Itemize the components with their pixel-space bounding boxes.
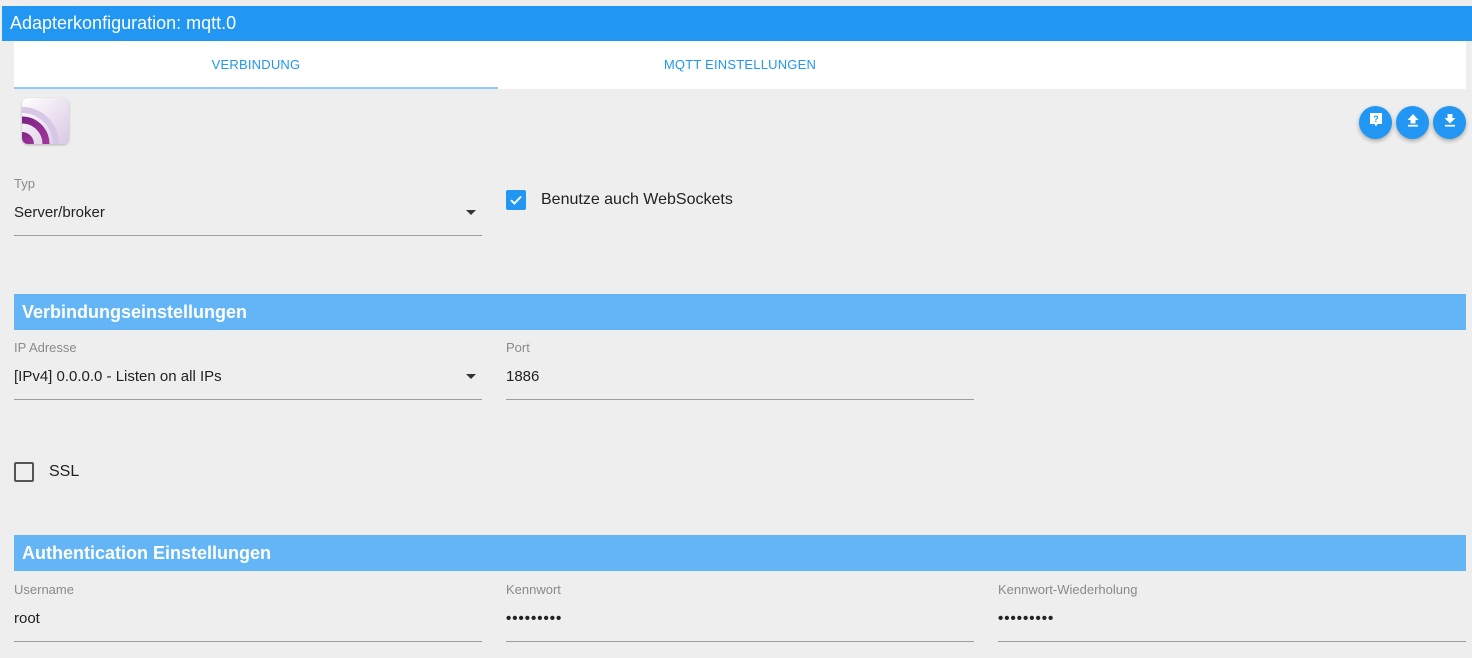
caret-down-icon xyxy=(466,210,476,215)
help-icon: ? xyxy=(1368,112,1384,133)
password-repeat-value: ••••••••• xyxy=(998,610,1055,627)
username-label: Username xyxy=(14,582,74,597)
username-value: root xyxy=(14,610,40,627)
download-button[interactable] xyxy=(1433,106,1466,139)
ip-address-label: IP Adresse xyxy=(14,340,77,355)
ip-address-select[interactable]: IP Adresse [IPv4] 0.0.0.0 - Listen on al… xyxy=(14,340,482,400)
username-input[interactable]: Username root xyxy=(14,582,482,642)
ssl-checkbox-row[interactable]: SSL xyxy=(14,462,79,482)
tab-mqtt-einstellungen[interactable]: MQTT EINSTELLUNGEN xyxy=(498,41,982,89)
password-input[interactable]: Kennwort ••••••••• xyxy=(506,582,974,642)
websockets-label: Benutze auch WebSockets xyxy=(541,191,733,208)
password-repeat-label: Kennwort-Wiederholung xyxy=(998,582,1138,597)
type-value: Server/broker xyxy=(14,204,105,221)
upload-button[interactable] xyxy=(1396,106,1429,139)
ssl-label: SSL xyxy=(49,463,80,480)
websockets-checkbox[interactable] xyxy=(506,190,526,210)
websockets-checkbox-row[interactable]: Benutze auch WebSockets xyxy=(506,190,733,210)
port-label: Port xyxy=(506,340,530,355)
port-value: 1886 xyxy=(506,368,540,385)
password-value: ••••••••• xyxy=(506,610,563,627)
help-button[interactable]: ? xyxy=(1359,106,1392,139)
tab-verbindung[interactable]: VERBINDUNG xyxy=(14,41,498,89)
checkmark-icon xyxy=(510,195,522,205)
tab-bar: VERBINDUNG MQTT EINSTELLUNGEN xyxy=(14,41,1466,89)
svg-text:?: ? xyxy=(1373,114,1379,124)
auth-section-header: Authentication Einstellungen xyxy=(14,535,1466,571)
ssl-checkbox[interactable] xyxy=(14,462,34,482)
ip-address-value: [IPv4] 0.0.0.0 - Listen on all IPs xyxy=(14,368,222,385)
mqtt-logo xyxy=(22,98,69,144)
active-tab-indicator xyxy=(14,87,498,89)
caret-down-icon xyxy=(466,374,476,379)
password-label: Kennwort xyxy=(506,582,561,597)
download-icon xyxy=(1442,112,1458,133)
password-repeat-input[interactable]: Kennwort-Wiederholung ••••••••• xyxy=(998,582,1466,642)
type-label: Typ xyxy=(14,176,35,191)
connection-section-header: Verbindungseinstellungen xyxy=(14,294,1466,330)
type-select[interactable]: Typ Server/broker xyxy=(14,176,482,236)
port-input[interactable]: Port 1886 xyxy=(506,340,974,400)
upload-icon xyxy=(1405,112,1421,133)
window-title: Adapterkonfiguration: mqtt.0 xyxy=(2,6,1472,41)
